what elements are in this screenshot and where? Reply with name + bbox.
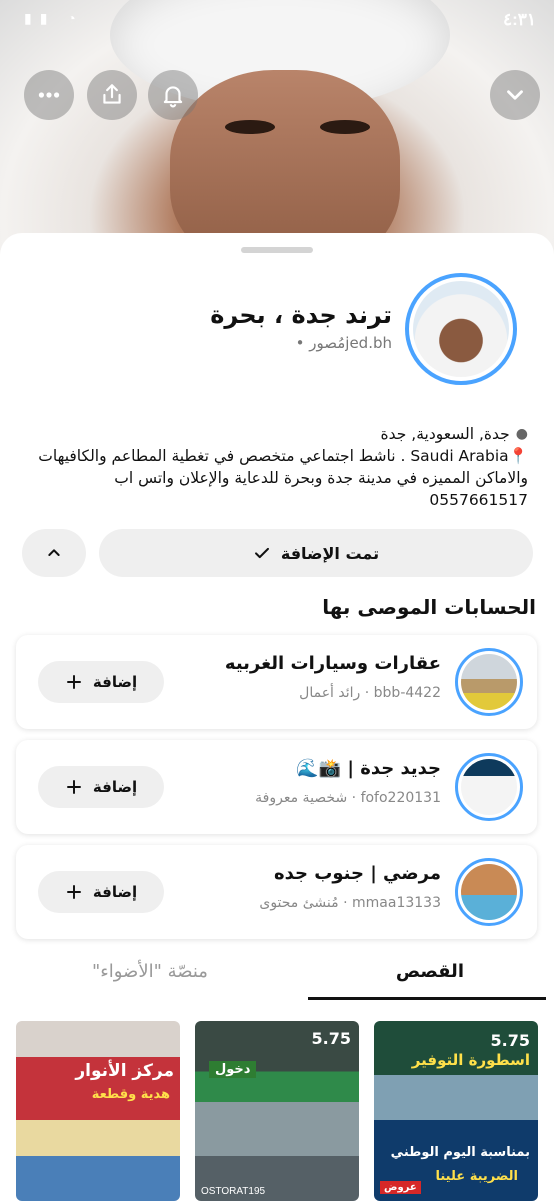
- plus-icon: [66, 675, 81, 689]
- collapse-header-button[interactable]: [490, 70, 540, 120]
- profile-bio: ● جدة, السعودية, جدة 📍Saudi Arabia . ناش…: [18, 423, 528, 511]
- status-time: ٤:٣١: [502, 10, 536, 29]
- story-headline: مركز الأنوار: [75, 1061, 174, 1081]
- story-line-2: بمناسبة اليوم الوطني: [390, 1145, 530, 1160]
- add-label: إضافة: [92, 778, 138, 796]
- add-account-button[interactable]: إضافة: [38, 766, 164, 808]
- account-handle: mmaa13133: [352, 895, 441, 911]
- add-label: إضافة: [92, 883, 138, 901]
- profile-name: ترند جدة ، بحرة: [210, 301, 392, 329]
- account-role: شخصية معروفة: [255, 790, 348, 806]
- story-tile[interactable]: 5.75 اسطورة التوفير بمناسبة اليوم الوطني…: [374, 1021, 538, 1201]
- avatar-image: [413, 281, 509, 377]
- account-avatar[interactable]: [455, 753, 523, 821]
- bell-icon: [163, 86, 183, 108]
- account-role: رائد أعمال: [299, 685, 361, 701]
- story-tile[interactable]: مركز الأنوار هدية وقطعة: [16, 1021, 180, 1201]
- content-tabs: القصص منصّة "الأضواء": [0, 955, 554, 1003]
- add-account-button[interactable]: إضافة: [38, 871, 164, 913]
- story-caption: OSTORAT195: [201, 1186, 266, 1197]
- cover-eye-right: [320, 120, 370, 134]
- more-options-button[interactable]: [24, 70, 74, 120]
- added-label: تمت الإضافة: [280, 543, 380, 563]
- tab-spotlight[interactable]: منصّة "الأضواء": [92, 961, 208, 982]
- add-account-button[interactable]: إضافة: [38, 661, 164, 703]
- account-subtitle: bbb-4422 · رائد أعمال: [299, 685, 441, 701]
- status-icons: ▮▮ ◔: [24, 10, 84, 26]
- location-pin-icon: ●: [515, 426, 528, 442]
- account-name: عقارات وسيارات الغربيه: [224, 653, 441, 674]
- profile-cover-photo: [0, 0, 554, 270]
- profile-location: جدة, السعودية, جدة: [380, 425, 510, 443]
- location-row: ● جدة, السعودية, جدة: [18, 423, 528, 445]
- account-name: مرضي | جنوب جده: [273, 863, 441, 884]
- story-line-3: الضريبة علينا: [435, 1169, 518, 1184]
- plus-icon: [66, 885, 81, 899]
- recommended-card[interactable]: مرضي | جنوب جده mmaa13133 · مُنشئ محتوى …: [16, 845, 537, 939]
- bio-line-1: 📍Saudi Arabia . ناشط اجتماعي متخصص في تغ…: [38, 447, 528, 465]
- story-line-1: دخول: [209, 1061, 257, 1078]
- profile-handle-row: jed.bhمُصور •: [296, 334, 392, 352]
- story-headline: 5.75: [311, 1029, 351, 1048]
- account-avatar[interactable]: [455, 858, 523, 926]
- bio-line-2: والاماكن المميزه في مدينة جدة وبحرة للدع…: [114, 469, 528, 487]
- bio-line-3: 0557661517: [429, 491, 528, 509]
- account-subtitle: mmaa13133 · مُنشئ محتوى: [259, 895, 441, 911]
- plus-icon: [66, 780, 81, 794]
- share-icon: [103, 84, 121, 104]
- cover-eye-left: [225, 120, 275, 134]
- account-avatar-image: [461, 654, 517, 710]
- account-subtitle: fofo220131 · شخصية معروفة: [255, 790, 441, 806]
- profile-avatar[interactable]: [405, 273, 517, 385]
- checkmark-icon: [254, 547, 269, 559]
- profile-sheet: ترند جدة ، بحرة jed.bhمُصور • ● جدة, الس…: [0, 233, 554, 1201]
- story-line-1: هدية وقطعة: [91, 1087, 170, 1102]
- separator-dot: •: [295, 334, 305, 352]
- tab-stories[interactable]: القصص: [396, 961, 464, 982]
- chevron-up-icon: [48, 549, 60, 556]
- account-avatar-image: [461, 864, 517, 920]
- add-label: إضافة: [92, 673, 138, 691]
- recommended-card[interactable]: عقارات وسيارات الغربيه bbb-4422 · رائد أ…: [16, 635, 537, 729]
- collapse-recommendations-button[interactable]: [22, 529, 86, 577]
- active-tab-indicator: [308, 997, 546, 1000]
- profile-handle: jed.bh: [345, 334, 392, 352]
- recommended-title: الحسابات الموصى بها: [322, 595, 536, 619]
- notifications-button[interactable]: [148, 70, 198, 120]
- account-avatar[interactable]: [455, 648, 523, 716]
- story-tile[interactable]: 5.75 دخول OSTORAT195: [195, 1021, 359, 1201]
- share-button[interactable]: [87, 70, 137, 120]
- story-badge: عروض: [380, 1181, 421, 1194]
- added-friend-button[interactable]: تمت الإضافة: [99, 529, 533, 577]
- account-role: مُنشئ محتوى: [259, 895, 339, 911]
- status-bar: ▮▮ ◔ ٤:٣١: [0, 0, 554, 40]
- story-headline: 5.75: [490, 1031, 530, 1050]
- story-line-1: اسطورة التوفير: [411, 1051, 530, 1069]
- chevron-down-icon: [507, 90, 523, 100]
- profile-category: مُصور: [309, 334, 346, 352]
- ellipsis-icon: [38, 92, 60, 98]
- account-avatar-image: [461, 759, 517, 815]
- recommended-card[interactable]: جديد جدة | 📸🌊 fofo220131 · شخصية معروفة …: [16, 740, 537, 834]
- account-handle: fofo220131: [360, 790, 441, 806]
- sheet-grabber[interactable]: [241, 247, 313, 253]
- account-handle: bbb-4422: [373, 685, 441, 701]
- account-name: جديد جدة | 📸🌊: [296, 758, 441, 779]
